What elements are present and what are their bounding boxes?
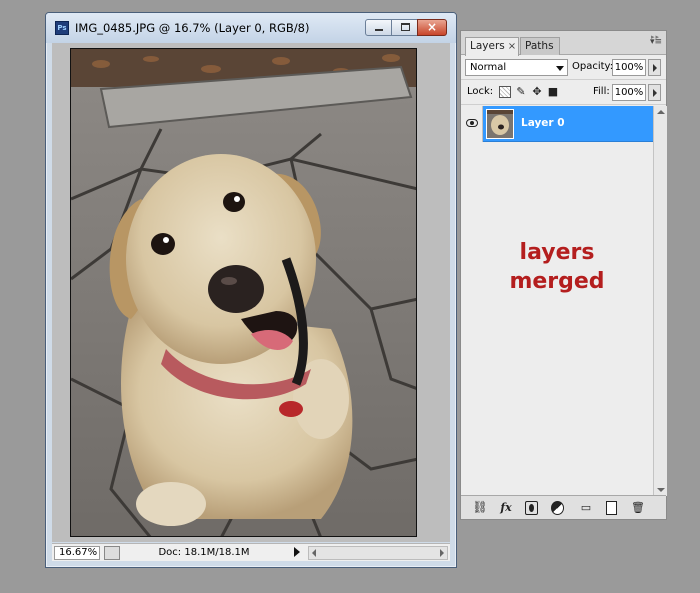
lock-fill-row: Lock: ✎ ✥ ■ Fill: 100% [461, 81, 666, 105]
layer-name: Layer 0 [521, 117, 565, 129]
panel-menu-icon[interactable]: ▾≡ [650, 37, 662, 47]
fill-label: Fill: [593, 86, 610, 97]
layer-style-fx-icon[interactable]: fx [497, 501, 515, 515]
zoom-input[interactable]: 16.67% [54, 546, 100, 560]
layer-list: Layer 0 layers merged [461, 106, 653, 496]
document-titlebar[interactable]: Ps IMG_0485.JPG @ 16.7% (Layer 0, RGB/8)… [46, 13, 456, 43]
minimize-button[interactable] [365, 19, 392, 36]
fill-slider-button[interactable] [648, 84, 661, 101]
lock-all-padlock-icon[interactable]: ■ [547, 86, 559, 98]
minimize-icon [375, 29, 383, 31]
layer-visibility-toggle[interactable] [461, 106, 483, 142]
layer-thumbnail [486, 109, 514, 139]
blend-opacity-row: Normal Opacity: 100% [461, 56, 666, 80]
opacity-input[interactable]: 100% [612, 59, 646, 76]
status-menu-arrow-icon[interactable] [294, 547, 300, 557]
annotation-line-2: merged [509, 269, 605, 294]
delete-layer-trash-icon[interactable]: 🗑 [631, 501, 645, 515]
document-window: Ps IMG_0485.JPG @ 16.7% (Layer 0, RGB/8)… [45, 12, 457, 568]
document-size-readout[interactable]: Doc: 18.1M/18.1M [124, 546, 284, 560]
lock-label: Lock: [467, 86, 494, 97]
status-bar: 16.67% Doc: 18.1M/18.1M [52, 543, 450, 561]
tab-layers[interactable]: Layers × [465, 37, 519, 56]
lock-transparent-icon[interactable] [499, 86, 511, 98]
lock-pixels-brush-icon[interactable]: ✎ [515, 86, 527, 98]
layers-vertical-scrollbar[interactable] [653, 106, 667, 496]
maximize-icon [401, 23, 410, 31]
tab-close-icon[interactable]: × [508, 41, 516, 52]
adjustment-layer-icon[interactable] [551, 501, 564, 515]
chevron-down-icon [556, 66, 564, 71]
opacity-label: Opacity: [572, 61, 614, 72]
add-mask-icon[interactable] [525, 501, 538, 515]
status-info-icon[interactable] [104, 546, 120, 560]
document-title: IMG_0485.JPG @ 16.7% (Layer 0, RGB/8) [75, 21, 310, 35]
photoshop-icon: Ps [55, 21, 69, 35]
maximize-button[interactable] [391, 19, 418, 36]
photo-canvas[interactable] [70, 48, 417, 537]
opacity-slider-button[interactable] [648, 59, 661, 76]
blend-mode-value: Normal [470, 62, 507, 73]
horizontal-scrollbar[interactable] [308, 546, 448, 560]
close-button[interactable]: × [417, 19, 447, 36]
layer-row-layer-0[interactable]: Layer 0 [461, 106, 653, 142]
annotation-text: layers merged [461, 238, 653, 296]
scroll-right-icon[interactable] [440, 549, 444, 557]
tab-paths[interactable]: Paths [520, 37, 560, 55]
tab-layers-label: Layers [470, 40, 505, 52]
layers-panel: ▸▸ Layers × Paths ▾≡ Normal Opacity: 100%… [460, 30, 667, 520]
fill-input[interactable]: 100% [612, 84, 646, 101]
new-group-folder-icon[interactable]: ▭ [579, 501, 593, 515]
close-icon: × [426, 20, 438, 34]
layer-thumbnail-image [487, 110, 513, 138]
annotation-line-1: layers [519, 240, 595, 265]
scroll-up-icon[interactable] [657, 110, 665, 114]
panel-tab-bar: ▸▸ Layers × Paths ▾≡ [461, 31, 666, 56]
dog-photo-image [71, 49, 416, 536]
window-buttons: × [365, 19, 447, 36]
tab-paths-label: Paths [525, 40, 554, 52]
canvas-area[interactable] [52, 43, 450, 542]
eye-icon [466, 119, 478, 127]
layers-panel-footer: ⛓ fx ▭ 🗑 [461, 495, 666, 519]
scroll-left-icon[interactable] [312, 549, 316, 557]
lock-position-move-icon[interactable]: ✥ [531, 86, 543, 98]
new-layer-icon[interactable] [606, 501, 617, 515]
link-layers-icon[interactable]: ⛓ [471, 501, 489, 515]
blend-mode-select[interactable]: Normal [465, 59, 568, 76]
scroll-down-icon[interactable] [657, 488, 665, 492]
